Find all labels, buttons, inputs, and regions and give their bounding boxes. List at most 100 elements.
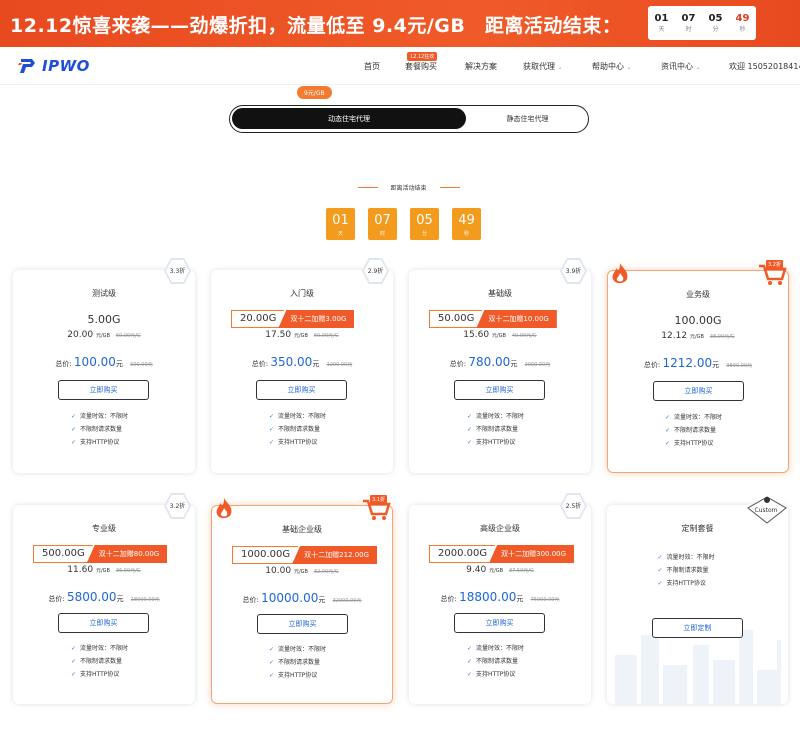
chevron-down-icon: ⌄ [695,64,701,71]
flame-icon [609,262,631,286]
plan-card: 基础级 50.00G 双十二加赠10.00G 15.60 元/GB 40.00元… [409,270,591,473]
discount-badge: 3.9折 [560,258,587,284]
tab-dynamic-residential[interactable]: 动态住宅代理 [232,108,466,129]
plan-size: 20.00G [231,310,285,328]
buy-now-button[interactable]: 立即购买 [58,613,149,633]
unit-label: 元/GB [489,568,504,574]
old-unit-price: 36.00元/G [115,568,141,574]
check-icon: ✓ [71,426,77,433]
plan-card: 测试级 5.00G 20.00 元/GB 60.00元/G 总价: 100.00元… [13,270,195,473]
plan-size: 100.00G [674,314,722,327]
chevron-down-icon: ⌄ [557,64,563,71]
plan-features: ✓ 流量时效：不限时 ✓ 不限制请求数量 ✓ 支持HTTP协议 [212,643,392,682]
total-price-row: 总价: 18800.00元 75000.00元 [409,590,591,604]
check-icon: ✓ [71,658,77,665]
banner-text: 12.12惊喜来袭——劲爆折扣，流量低至 9.4元/GB 距离活动结束： [10,15,622,37]
nav-item-get-proxy[interactable]: 获取代理 ⌄ [523,61,563,72]
plan-card: 高级企业级 2000.00G 双十二加赠300.00G 9.40 元/GB 37… [409,505,591,704]
plan-size: 2000.00G [429,545,496,563]
buy-now-button[interactable]: 立即购买 [257,614,348,634]
buy-now-button[interactable]: 立即购买 [58,380,149,400]
total-price-row: 总价: 5800.00元 18000.00元 [13,590,195,604]
plan-card-custom: 定制套餐 ✓ 流量时效：不限时 ✓ 不限制请求数量 ✓ 支持HTTP协议 立即定制 [607,505,788,704]
total-price-row: 总价: 10000.00元 32000.00元 [212,591,392,605]
total-label: 总价: [440,595,457,603]
total-unit: 元 [510,360,518,368]
nav-user-welcome[interactable]: 欢迎 15052018414 [729,61,800,72]
chevron-down-icon: ⌄ [626,64,632,71]
customize-button[interactable]: 立即定制 [652,618,743,638]
discount-label: 3.3折 [169,268,186,275]
unit-label: 元/GB [95,568,110,574]
promo-tag: 双十二加赠10.00G [476,310,557,328]
plan-features: ✓ 流量时效：不限时 ✓ 不限制请求数量 ✓ 支持HTTP协议 [409,410,591,449]
plan-features: ✓ 流量时效：不限时 ✓ 不限制请求数量 ✓ 支持HTTP协议 [13,642,195,681]
countdown-days: 01 天 [326,208,355,240]
old-total-price: 2000.00元 [524,362,551,368]
nav-item-help[interactable]: 帮助中心 ⌄ [592,61,632,72]
plan-size: 500.00G [33,545,93,563]
feature-item: ✓ 支持HTTP协议 [269,439,318,446]
total-label: 总价: [643,361,661,369]
promo-banner[interactable]: 12.12惊喜来袭——劲爆折扣，流量低至 9.4元/GB 距离活动结束： 01 天… [0,0,800,47]
feature-item: ✓ 支持HTTP协议 [71,671,120,678]
total-price-row: 总价: 1212.00元 3800.00元 [608,356,788,370]
banner-countdown-days: 01 天 [654,12,669,33]
tab-static-residential[interactable]: 静态住宅代理 [470,108,585,129]
unit-price-row: 10.00 元/GB 32.00元/G [212,566,392,576]
nav-item-news[interactable]: 资讯中心 ⌄ [661,61,701,72]
check-icon: ✓ [71,645,77,652]
check-icon: ✓ [269,439,275,446]
plan-features: ✓ 流量时效：不限时 ✓ 不限制请求数量 ✓ 支持HTTP协议 [607,551,788,590]
total-price: 1212.00 [662,356,713,370]
plan-size: 5.00G [87,313,121,326]
feature-item: ✓ 不限制请求数量 [269,426,321,433]
promo-tag: 双十二加赠300.00G [489,545,575,563]
unit-label: 元/GB [293,569,308,575]
total-unit: 元 [516,595,524,603]
buy-now-button[interactable]: 立即购买 [256,380,347,400]
plan-size-promo: 2000.00G 双十二加赠300.00G [429,545,575,563]
plan-title: 入门级 [290,289,314,298]
check-icon: ✓ [71,439,77,446]
total-price-row: 总价: 780.00元 2000.00元 [409,355,591,369]
discount-label: 2.5折 [565,503,582,510]
feature-item: ✓ 流量时效：不限时 [665,414,723,421]
feature-item: ✓ 不限制请求数量 [71,658,123,665]
nav-item-home[interactable]: 首页 [364,61,380,72]
plan-card: 基础企业级 1000.00G 双十二加赠212.00G 10.00 元/GB 3… [211,505,393,704]
plan-features: ✓ 流量时效：不限时 ✓ 不限制请求数量 ✓ 支持HTTP协议 [13,410,195,449]
feature-item: ✓ 流量时效：不限时 [657,554,715,561]
total-price-row: 总价: 100.00元 300.00元 [13,355,195,369]
unit-price: 20.00 [67,330,94,340]
buy-now-button[interactable]: 立即购买 [454,613,545,633]
check-icon: ✓ [467,671,473,678]
old-total-price: 1200.00元 [326,362,353,368]
old-unit-price: 37.50元/G [508,568,534,574]
discount-badge: 3.3折 [164,258,191,284]
nav-item-packages[interactable]: 套餐购买 [405,61,437,72]
total-price: 10000.00 [261,591,319,605]
plan-size-promo: 50.00G 双十二加赠10.00G [429,310,557,328]
feature-item: ✓ 不限制请求数量 [467,426,519,433]
unit-label: 元/GB [293,333,308,339]
feature-item: ✓ 支持HTTP协议 [657,580,706,587]
plan-size-promo: 500.00G 双十二加赠80.00G [33,545,168,563]
unit-label: 元/GB [689,334,704,340]
check-icon: ✓ [269,659,275,666]
check-icon: ✓ [269,646,275,653]
check-icon: ✓ [657,567,663,574]
nav-item-solutions[interactable]: 解决方案 [465,61,497,72]
discount-label: 3.2折 [766,260,783,269]
feature-item: ✓ 不限制请求数量 [665,427,717,434]
logo[interactable]: IPWO [18,56,90,76]
discount-label: 2.9折 [367,268,384,275]
plan-title: 基础企业级 [282,525,322,534]
total-label: 总价: [251,360,269,368]
custom-badge: Custom [745,494,789,524]
promo-tag: 双十二加赠80.00G [86,545,168,563]
old-unit-price: 60.00元/G [313,333,339,339]
buy-now-button[interactable]: 立即购买 [454,380,545,400]
unit-price: 15.60 [463,330,490,340]
buy-now-button[interactable]: 立即购买 [653,381,744,401]
